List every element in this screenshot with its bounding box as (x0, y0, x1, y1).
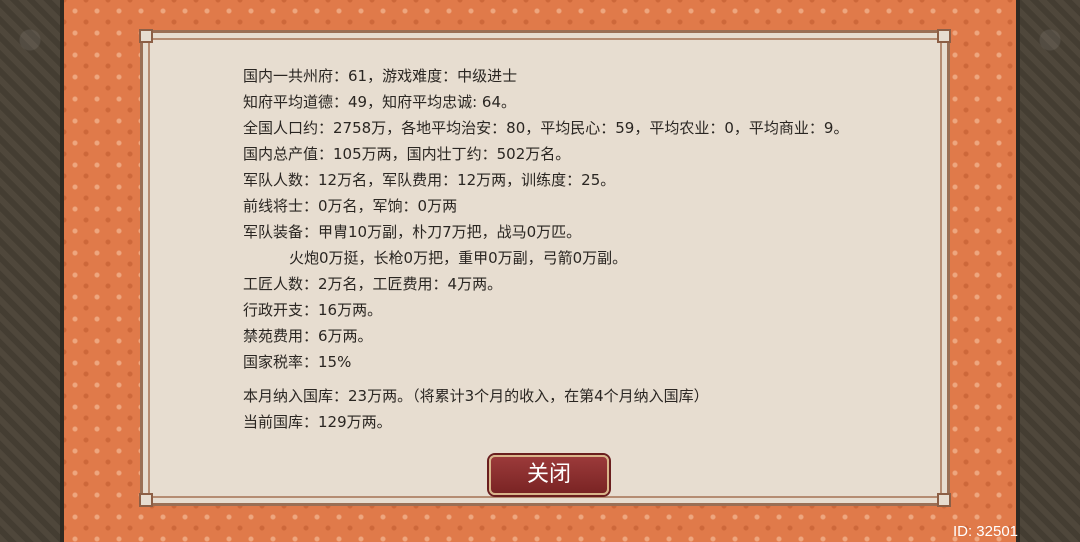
corner-ornament (937, 493, 951, 507)
report-line-equipment: 军队装备：甲胄10万副，朴刀7万把，战马0万匹。 (243, 223, 582, 241)
corner-ornament (139, 29, 153, 43)
corner-ornament (937, 29, 951, 43)
report-line-admin: 行政开支：16万两。 (243, 301, 383, 319)
report-line-tax: 国家税率：15% (243, 353, 352, 371)
right-border-decoration (1016, 0, 1080, 542)
report-line-palace: 禁苑费用：6万两。 (243, 327, 373, 345)
corner-ornament (139, 493, 153, 507)
report-panel: 国内一共州府：61，游戏难度：中级进士 知府平均道德：49，知府平均忠诚: 64… (139, 29, 951, 507)
close-button[interactable]: 关闭 (489, 455, 609, 495)
report-line-equipment-2: 火炮0万挺，长枪0万把，重甲0万副，弓箭0万副。 (289, 249, 628, 267)
report-line-magistrates: 知府平均道德：49，知府平均忠诚: 64。 (243, 93, 516, 111)
report-line-frontline: 前线将士：0万名，军饷：0万两 (243, 197, 458, 215)
report-line-treasury: 当前国库：129万两。 (243, 413, 392, 431)
report-line-output: 国内总产值：105万两，国内壮丁约：502万名。 (243, 145, 571, 163)
report-line-army: 军队人数：12万名，军队费用：12万两，训练度：25。 (243, 171, 616, 189)
report-line-income: 本月纳入国库：23万两。（将累计3个月的收入，在第4个月纳入国库） (243, 387, 709, 405)
report-line-population: 全国人口约：2758万，各地平均治安：80，平均民心：59，平均农业：0，平均商… (243, 119, 849, 137)
report-line-craftsmen: 工匠人数：2万名，工匠费用：4万两。 (243, 275, 503, 293)
left-border-decoration (0, 0, 64, 542)
report-text: 国内一共州府：61，游戏难度：中级进士 知府平均道德：49，知府平均忠诚: 64… (243, 63, 848, 435)
id-label: ID: 32501 (952, 523, 1018, 540)
report-line-prefectures: 国内一共州府：61，游戏难度：中级进士 (243, 67, 518, 85)
